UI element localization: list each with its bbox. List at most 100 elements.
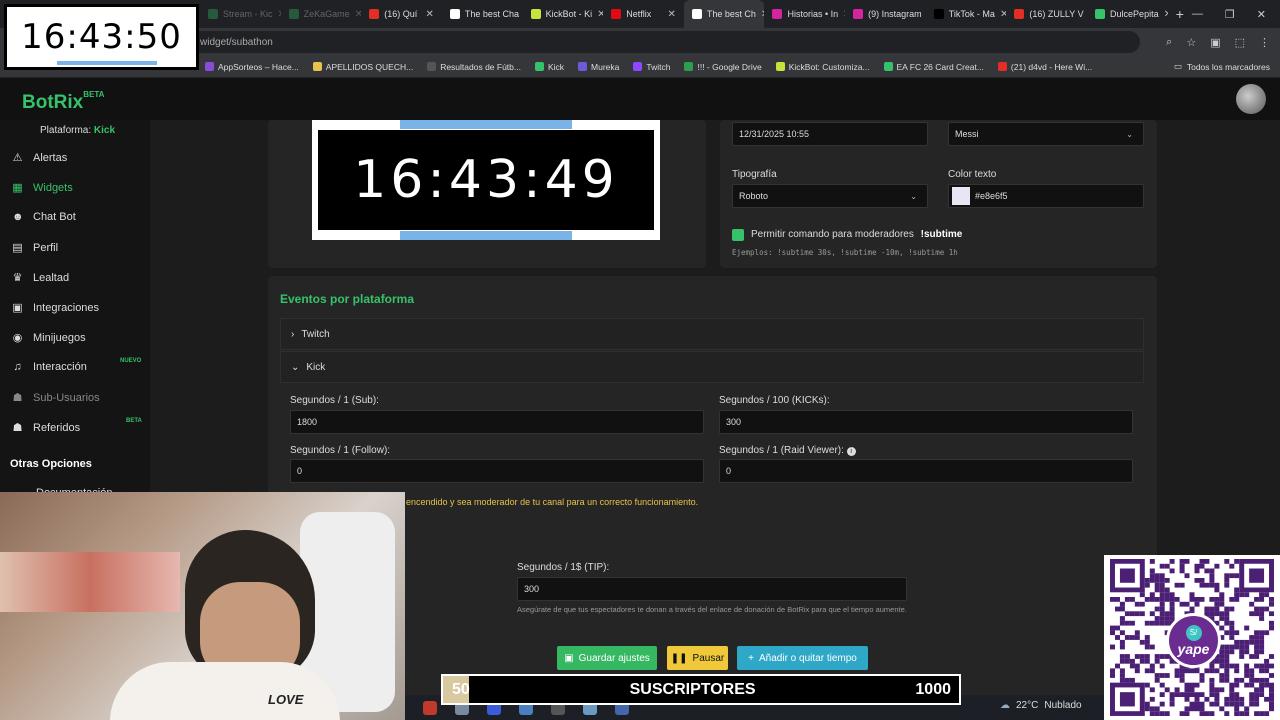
url-text: widget/subathon [200, 36, 273, 48]
botrix-logo[interactable]: BotRixBETA [22, 90, 104, 114]
bookmark-item[interactable]: Resultados de Fútb... [427, 62, 521, 72]
sidebar-item-interacci-n[interactable]: ♫ Interacción [12, 361, 86, 373]
bookmark-item[interactable]: Kick [534, 62, 564, 72]
tab-favicon-icon [208, 9, 218, 19]
follow-seconds-label: Segundos / 1 (Follow): [290, 445, 391, 456]
platform-label: Plataforma: [40, 125, 92, 136]
color-swatch[interactable] [952, 187, 970, 205]
sidebar-item-sub-usuarios[interactable]: ☗ Sub-Usuarios [12, 391, 100, 405]
plug-icon: ▣ [12, 302, 23, 314]
raid-seconds-value: 0 [726, 466, 732, 476]
cloud-icon: ☁ [1000, 700, 1010, 711]
sidebar-item-lealtad[interactable]: ♛ Lealtad [12, 271, 70, 285]
sidebar-item-referidos[interactable]: ☗ Referidos [12, 421, 81, 435]
sidebar-item-integraciones[interactable]: ▣ Integraciones [12, 301, 100, 315]
bookmark-item[interactable]: AppSorteos – Hace... [205, 62, 299, 72]
browser-tab[interactable]: ZeKaGame ✕ [281, 0, 362, 28]
app-header: BotRixBETA [0, 78, 1280, 120]
follow-seconds-input[interactable]: 0 [290, 459, 704, 483]
tip-seconds-input[interactable]: 300 [517, 577, 907, 601]
bookmark-item[interactable]: EA FC 26 Card Creat... [883, 62, 984, 72]
tab-favicon-icon [772, 9, 783, 19]
mod-command-checkbox[interactable] [732, 229, 744, 241]
font-select[interactable]: Roboto ⌄ [732, 184, 928, 208]
star-icon[interactable]: ☆ [1186, 36, 1196, 49]
pause-button[interactable]: ❚❚ Pausar [667, 646, 728, 670]
puzzle-icon[interactable]: ⬚ [1235, 36, 1245, 49]
end-date-field[interactable]: 12/31/2025 10:55 [732, 122, 928, 146]
text-color-field[interactable]: #e8e6f5 [948, 184, 1144, 208]
accordion-kick[interactable]: ⌄ Kick [280, 351, 1144, 383]
all-bookmarks[interactable]: ▭ Todos los marcadores [1174, 61, 1270, 72]
address-bar-icons: ⌕ ☆ ▣ ⬚ ⋮ [1166, 36, 1270, 49]
url-input[interactable]: widget/subathon [120, 31, 1140, 53]
browser-tab[interactable]: The best Cha✕ [442, 0, 523, 28]
bookmark-item[interactable]: (21) d4vd - Here Wi... [997, 62, 1092, 72]
browser-tab[interactable]: The best Ch✕ [683, 0, 765, 28]
grid-icon: ▦ [12, 182, 23, 194]
bookmark-favicon-icon [534, 62, 544, 71]
sidebar-item-perfil[interactable]: ▤ Perfil [12, 241, 58, 255]
bookmark-label: AppSorteos – Hace... [218, 61, 299, 72]
browser-tab[interactable]: Historias • In✕ [764, 0, 845, 28]
add-time-button[interactable]: + Añadir o quitar tiempo [737, 646, 868, 670]
browser-tab[interactable]: Netflix ✕ [603, 0, 684, 28]
sub-goal-bar: 50 SUSCRIPTORES 1000 [441, 674, 961, 705]
text-color-value: #e8e6f5 [975, 191, 1008, 201]
accordion-twitch[interactable]: › Twitch [280, 318, 1144, 350]
new-tab-button[interactable]: + [1168, 6, 1192, 22]
tab-label: KickBot - Ki [545, 9, 593, 19]
zoom-icon[interactable]: ⌕ [1166, 36, 1172, 49]
tab-label: (16) ZULLY V [1029, 9, 1084, 19]
tab-favicon-icon [933, 9, 944, 19]
close-tab-icon[interactable]: ✕ [355, 9, 362, 20]
raid-seconds-input[interactable]: 0 [719, 459, 1133, 483]
browser-tab[interactable]: (9) Instagram✕ [845, 0, 926, 28]
beta-badge: BETA [126, 418, 142, 424]
bookmark-label: APELLIDOS QUECH... [325, 61, 414, 72]
bookmark-item[interactable]: KickBot: Customiza... [775, 62, 870, 72]
kicks-seconds-input[interactable]: 300 [719, 410, 1133, 434]
bookmark-item[interactable]: Twitch [633, 62, 670, 72]
minimize-icon[interactable]: — [1192, 8, 1203, 21]
sidebar-item-widgets[interactable]: ▦ Widgets [12, 181, 72, 195]
bookmark-favicon-icon [883, 62, 893, 71]
webcam-shirt: LOVE [110, 662, 340, 720]
weather-widget[interactable]: ☁ 22°C Nublado [1000, 700, 1082, 711]
browser-tab[interactable]: (16) ZULLY V✕ [1006, 0, 1087, 28]
close-tab-icon[interactable]: ✕ [667, 9, 675, 20]
color-label: Color texto [948, 169, 997, 180]
avatar[interactable] [1236, 84, 1266, 114]
browser-tab[interactable]: TikTok - Ma ✕ [926, 0, 1006, 28]
bookmark-favicon-icon [312, 62, 322, 71]
close-tab-icon[interactable]: ✕ [426, 9, 434, 20]
other-options-heading: Otras Opciones [10, 458, 92, 470]
weather-condition: Nublado [1044, 700, 1082, 711]
maximize-icon[interactable]: ❐ [1225, 8, 1235, 21]
webcam-overlay: LOVE [0, 492, 405, 720]
save-button[interactable]: ▣ Guardar ajustes [557, 646, 657, 670]
browser-tab[interactable]: (16) Quí ✕ [361, 0, 442, 28]
extension-icon[interactable]: ▣ [1210, 36, 1220, 49]
browser-tab[interactable]: DulcePepita✕ [1087, 0, 1168, 28]
bookmark-item[interactable]: APELLIDOS QUECH... [312, 61, 414, 72]
app-red-icon[interactable] [423, 700, 437, 715]
stream-clock-overlay: 16:43:50 [4, 4, 199, 70]
browser-tab[interactable]: KickBot - Ki ✕ [523, 0, 603, 28]
info-icon[interactable]: i [846, 447, 856, 456]
tab-label: DulcePepita [1110, 9, 1159, 19]
browser-tab[interactable]: Stream - Kic✕ [200, 0, 281, 28]
bookmark-item[interactable]: !!! - Google Drive [684, 62, 762, 72]
sidebar-item-alertas[interactable]: ⚠ Alertas [12, 151, 68, 165]
bookmark-item[interactable]: Mureka [578, 62, 619, 72]
bookmark-favicon-icon [633, 62, 643, 71]
voice-select[interactable]: Messi ⌄ [948, 122, 1144, 146]
close-icon[interactable]: ✕ [1257, 8, 1266, 21]
sidebar-item-minijuegos[interactable]: ◉ Minijuegos [12, 331, 86, 345]
sub-seconds-input[interactable]: 1800 [290, 410, 704, 434]
sidebar-item-chat-bot[interactable]: ☻ Chat Bot [12, 211, 76, 223]
tab-favicon-icon [853, 9, 864, 19]
sidebar-item-label: Integraciones [33, 301, 100, 314]
command-examples: Ejemplos: !subtime 30s, !subtime -10m, !… [732, 248, 958, 257]
menu-icon[interactable]: ⋮ [1259, 36, 1270, 49]
